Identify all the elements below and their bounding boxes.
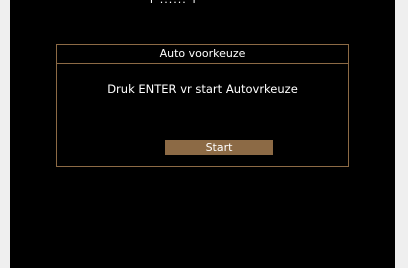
start-button[interactable]: Start bbox=[165, 140, 273, 155]
dialog-message: Druk ENTER vr start Autovrkeuze bbox=[107, 82, 298, 96]
dialog-title: Auto voorkeuze bbox=[57, 45, 348, 64]
auto-preset-dialog: Auto voorkeuze Druk ENTER vr start Autov… bbox=[56, 44, 349, 167]
osd-screen: [ ...... ] Auto voorkeuze Druk ENTER vr … bbox=[10, 0, 395, 268]
top-cutoff-text: [ ...... ] bbox=[150, 0, 260, 3]
